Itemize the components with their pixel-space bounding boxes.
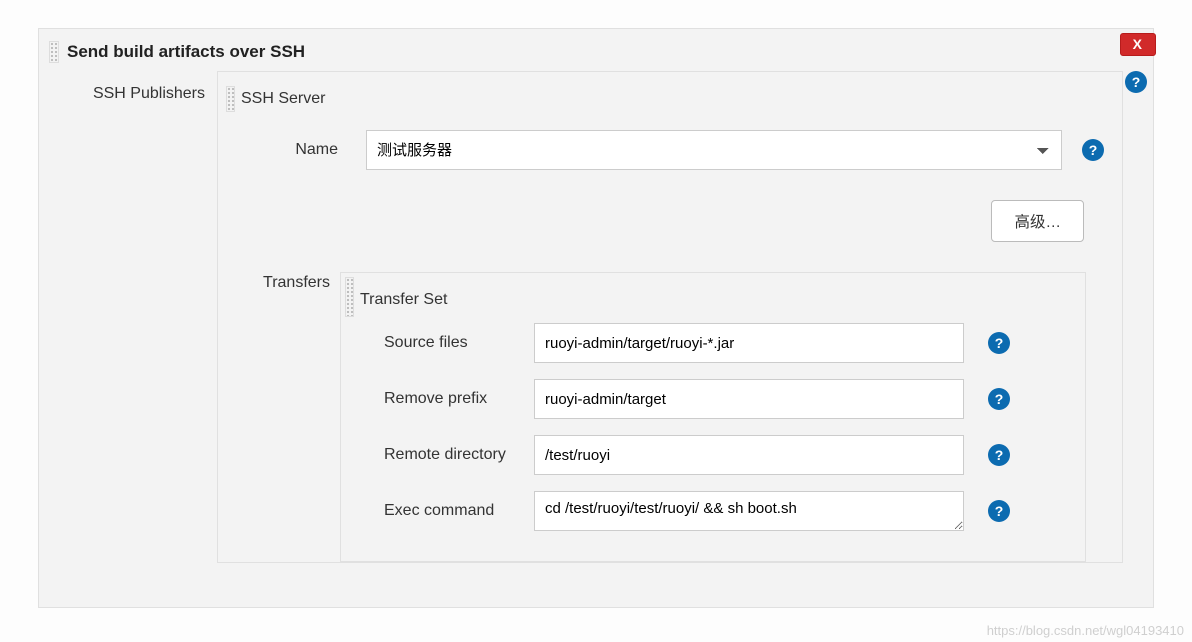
remove-prefix-input[interactable] (534, 379, 964, 419)
close-button[interactable]: X (1120, 33, 1156, 56)
section-header: Send build artifacts over SSH (39, 29, 1153, 71)
name-label: Name (258, 141, 338, 159)
exec-command-input[interactable] (534, 491, 964, 531)
transfers-box: Transfer Set Source files ? Remove prefi… (340, 272, 1086, 562)
section-title: Send build artifacts over SSH (67, 42, 305, 62)
remove-prefix-label: Remove prefix (384, 390, 534, 408)
exec-command-label: Exec command (384, 502, 534, 520)
help-icon[interactable]: ? (1082, 139, 1104, 161)
remote-directory-input[interactable] (534, 435, 964, 475)
watermark-text: https://blog.csdn.net/wgl04193410 (987, 623, 1184, 638)
remote-directory-label: Remote directory (384, 446, 534, 464)
transfers-label: Transfers (230, 272, 330, 562)
transfer-set-title: Transfer Set (360, 291, 447, 309)
help-icon[interactable]: ? (1125, 71, 1147, 93)
ssh-publishers-box: SSH Server Name 测试服务器 ? 高级… Transfers (217, 71, 1123, 563)
ssh-server-header: SSH Server (218, 72, 1122, 122)
ssh-server-title: SSH Server (241, 90, 325, 108)
advanced-button[interactable]: 高级… (991, 200, 1084, 242)
help-icon[interactable]: ? (988, 444, 1010, 466)
help-icon[interactable]: ? (988, 500, 1010, 522)
source-files-input[interactable] (534, 323, 964, 363)
drag-handle-icon[interactable] (345, 277, 354, 317)
server-name-select[interactable]: 测试服务器 (366, 130, 1062, 170)
drag-handle-icon[interactable] (226, 86, 235, 112)
ssh-publisher-section: X Send build artifacts over SSH ? SSH Pu… (38, 28, 1154, 608)
source-files-label: Source files (384, 334, 534, 352)
drag-handle-icon[interactable] (49, 41, 59, 63)
help-icon[interactable]: ? (988, 388, 1010, 410)
ssh-publishers-label: SSH Publishers (79, 71, 217, 563)
help-icon[interactable]: ? (988, 332, 1010, 354)
